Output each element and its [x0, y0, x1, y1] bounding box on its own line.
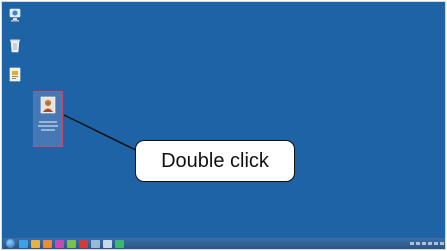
- callout-text: Double click: [161, 149, 269, 172]
- instruction-callout: Double click: [135, 140, 295, 182]
- recycle-bin-icon[interactable]: [7, 37, 23, 55]
- image-file-icon: [40, 96, 56, 114]
- file-name-label: [37, 119, 59, 137]
- network-icon[interactable]: [7, 7, 23, 25]
- taskbar-app-icon[interactable]: [55, 239, 64, 248]
- shortcut-icon[interactable]: [7, 66, 23, 84]
- start-button[interactable]: [6, 239, 15, 248]
- taskbar-green-app-icon[interactable]: [115, 239, 124, 248]
- taskbar-ie-icon[interactable]: [19, 239, 28, 248]
- taskbar: [3, 238, 445, 249]
- taskbar-red-app-icon[interactable]: [79, 239, 88, 248]
- selected-image-file[interactable]: [33, 91, 63, 147]
- taskbar-window2-icon[interactable]: [103, 239, 112, 248]
- taskbar-folder-icon[interactable]: [31, 239, 40, 248]
- system-tray[interactable]: [408, 242, 444, 245]
- taskbar-paint-icon[interactable]: [67, 239, 76, 248]
- taskbar-window-icon[interactable]: [91, 239, 100, 248]
- taskbar-media-icon[interactable]: [43, 239, 52, 248]
- desktop[interactable]: [1, 1, 446, 250]
